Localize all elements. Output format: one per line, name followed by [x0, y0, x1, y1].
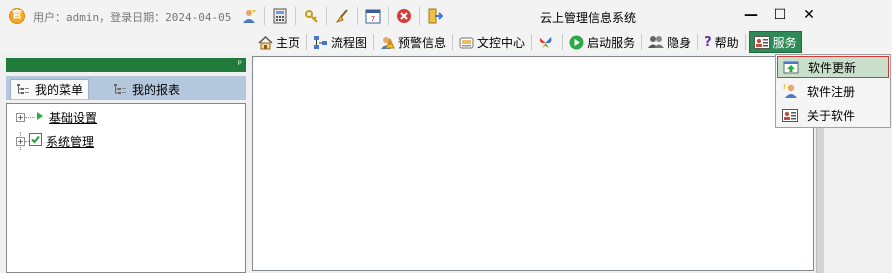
- alert-icon: [380, 35, 395, 50]
- panel-tabs: 我的菜单 我的报表: [6, 76, 246, 100]
- service-card-icon: [753, 35, 770, 49]
- menu-docs-label: 文控中心: [477, 35, 526, 50]
- tab-my-menu-label: 我的菜单: [35, 83, 84, 97]
- menu-flowchart-label: 流程图: [331, 35, 368, 50]
- menu-item-label: 软件更新: [808, 60, 857, 75]
- tree-list-icon: [113, 83, 127, 96]
- menu-divider: [306, 34, 308, 50]
- tree-list-icon: [16, 83, 30, 96]
- title-bar: 官 用户：admin，登录日期：2024-04-05 7 云上管理信息系统 — …: [0, 0, 892, 30]
- tree-node-system-management[interactable]: + 系统管理: [16, 132, 94, 150]
- menu-divider: [373, 34, 375, 50]
- main-content-area: [252, 56, 814, 271]
- tab-my-reports[interactable]: 我的报表: [108, 79, 185, 99]
- arrow-right-icon: [35, 110, 45, 125]
- panel-header: ᵖ: [6, 58, 246, 72]
- menu-home[interactable]: 主页: [255, 31, 303, 53]
- toolbar-divider: [419, 7, 420, 25]
- flowchart-icon: [313, 35, 328, 50]
- help-icon: ?: [704, 34, 712, 50]
- pin-icon[interactable]: ᵖ: [238, 58, 242, 72]
- menu-alerts-label: 预警信息: [398, 35, 447, 50]
- menu-start-service[interactable]: 启动服务: [566, 31, 638, 53]
- menu-divider: [744, 34, 746, 50]
- menu-docs[interactable]: 文控中心: [456, 31, 528, 53]
- tree-node-basic-settings[interactable]: + 基础设置: [16, 108, 97, 126]
- toolbar-divider: [388, 7, 389, 25]
- menu-butterfly[interactable]: [535, 31, 559, 53]
- menu-divider: [562, 34, 564, 50]
- broom-icon[interactable]: [331, 6, 353, 26]
- minimize-button[interactable]: —: [741, 6, 761, 24]
- menu-item-software-update[interactable]: 软件更新: [777, 56, 889, 78]
- update-icon: [783, 59, 799, 75]
- play-icon: [569, 35, 584, 50]
- menu-help-label: 帮助: [714, 35, 739, 50]
- menu-divider: [641, 34, 643, 50]
- toolbar-divider: [357, 7, 358, 25]
- menu-hide[interactable]: 隐身: [645, 31, 694, 53]
- menu-item-software-register[interactable]: 软件注册: [777, 80, 889, 102]
- expand-toggle[interactable]: +: [16, 112, 25, 122]
- menu-divider: [452, 34, 454, 50]
- tree-node-label: 系统管理: [46, 134, 95, 149]
- navigation-panel: ᵖ 我的菜单 我的报表 + 基础设置 + 系统管理: [3, 55, 249, 273]
- tree-node-label: 基础设置: [49, 110, 98, 125]
- about-card-icon: [782, 108, 798, 122]
- stop-icon[interactable]: [393, 6, 415, 26]
- app-logo-icon: 官: [9, 8, 25, 24]
- document-center-icon: [459, 35, 474, 50]
- menu-service[interactable]: 服务: [748, 31, 802, 53]
- toolbar-divider: [264, 7, 265, 25]
- menu-item-label: 关于软件: [807, 108, 856, 123]
- window-title: 云上管理信息系统: [540, 11, 637, 25]
- menu-alerts[interactable]: 预警信息: [377, 31, 449, 53]
- menu-item-about[interactable]: 关于软件: [777, 104, 889, 126]
- calendar-icon[interactable]: 7: [362, 6, 384, 26]
- expand-toggle[interactable]: +: [16, 136, 25, 146]
- svg-text:7: 7: [371, 15, 375, 23]
- quick-toolbar: 7: [238, 5, 446, 27]
- main-menu-bar: 主页 流程图 预警信息 文控中心 启动服务 隐身 ? 帮助 服务: [0, 30, 892, 54]
- menu-item-label: 软件注册: [807, 84, 856, 99]
- key-icon[interactable]: [300, 6, 322, 26]
- toolbar-divider: [295, 7, 296, 25]
- menu-tree: + 基础设置 + 系统管理: [6, 103, 246, 273]
- exit-icon[interactable]: [424, 6, 446, 26]
- register-user-icon: [782, 83, 798, 99]
- menu-items: 主页 流程图 预警信息 文控中心 启动服务 隐身 ? 帮助 服务: [255, 31, 802, 53]
- menu-divider: [697, 34, 699, 50]
- menu-divider: [531, 34, 533, 50]
- user-icon[interactable]: [238, 6, 260, 26]
- menu-hide-label: 隐身: [667, 35, 692, 50]
- checkbox-icon: [29, 133, 42, 149]
- calculator-icon[interactable]: [269, 6, 291, 26]
- butterfly-icon: [538, 35, 553, 50]
- tab-my-menu[interactable]: 我的菜单: [10, 79, 90, 99]
- menu-home-label: 主页: [276, 35, 301, 50]
- user-login-info: 用户：admin，登录日期：2024-04-05: [33, 11, 232, 24]
- tree-connector: [25, 116, 35, 118]
- tab-my-reports-label: 我的报表: [132, 82, 181, 97]
- users-icon: [648, 35, 665, 50]
- menu-service-label: 服务: [772, 35, 797, 50]
- service-dropdown-menu: 软件更新 软件注册 关于软件: [775, 54, 891, 128]
- toolbar-divider: [326, 7, 327, 25]
- menu-help[interactable]: ? 帮助: [701, 31, 742, 53]
- menu-start-service-label: 启动服务: [587, 35, 636, 50]
- close-button[interactable]: ✕: [799, 6, 819, 24]
- home-icon: [258, 35, 273, 50]
- maximize-button[interactable]: ☐: [770, 6, 790, 24]
- menu-flowchart[interactable]: 流程图: [310, 31, 370, 53]
